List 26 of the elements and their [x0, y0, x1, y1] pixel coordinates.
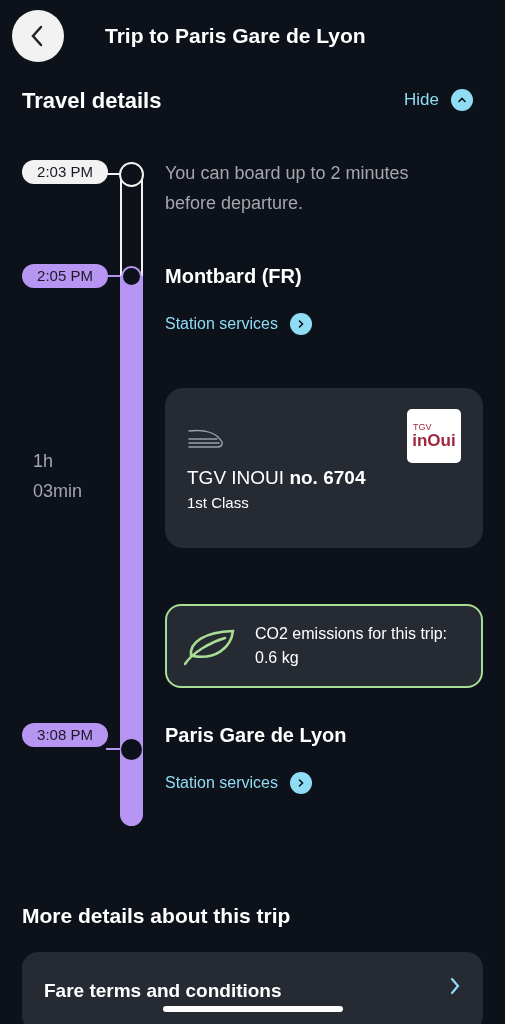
time-badge: 2:03 PM [22, 160, 108, 184]
chevron-right-icon [289, 313, 312, 335]
logo-text: inOui [412, 432, 456, 449]
station-name: Montbard (FR) [165, 264, 302, 289]
travel-class: 1st Class [187, 493, 250, 513]
logo-small-text: TGV [413, 423, 432, 432]
train-icon [187, 428, 225, 450]
time-badge: 3:08 PM [22, 723, 108, 747]
fare-terms-row[interactable]: Fare terms and conditions [22, 952, 483, 1024]
station-services-link[interactable]: Station services [165, 312, 312, 336]
hide-toggle[interactable]: Hide [404, 87, 473, 113]
time-badge: 2:05 PM [22, 264, 108, 288]
section-title: Travel details [22, 86, 162, 115]
co2-value: 0.6 kg [255, 648, 300, 668]
boarding-note: You can board up to 2 minutes before departure. [165, 162, 410, 215]
chevron-up-icon [451, 89, 473, 111]
station-services-link[interactable]: Station services [165, 771, 312, 795]
chevron-right-icon [449, 977, 461, 995]
trip-duration: 1h 03min [33, 450, 84, 503]
back-button[interactable] [12, 10, 64, 62]
train-name: TGV INOUI no. 6704 [187, 466, 367, 490]
chevron-right-icon [289, 772, 312, 794]
page-title: Trip to Paris Gare de Lyon [105, 23, 366, 50]
section-title: More details about this trip [22, 903, 291, 929]
station-name: Paris Gare de Lyon [165, 723, 347, 748]
co2-label: CO2 emissions for this trip: [255, 624, 448, 644]
